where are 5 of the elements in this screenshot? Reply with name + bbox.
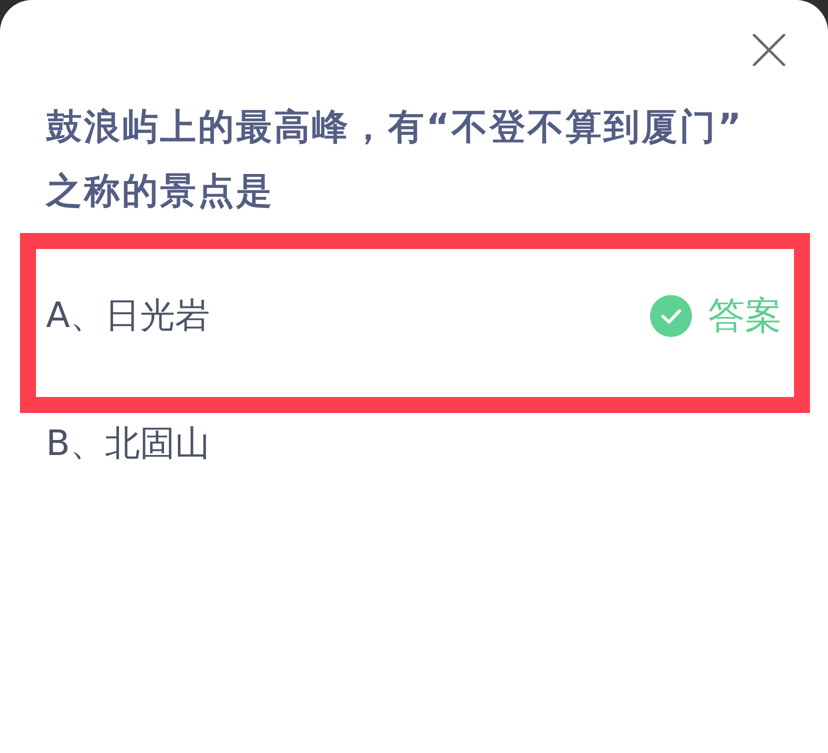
answer-option[interactable]: B、北固山 (46, 419, 810, 469)
question-text: 鼓浪屿上的最高峰，有“不登不算到厦门”之称的景点是 (46, 106, 744, 214)
answer-option[interactable]: A、日光岩 答案 (46, 291, 782, 341)
answer-label: 答案 (708, 293, 782, 339)
close-icon[interactable] (752, 34, 786, 66)
